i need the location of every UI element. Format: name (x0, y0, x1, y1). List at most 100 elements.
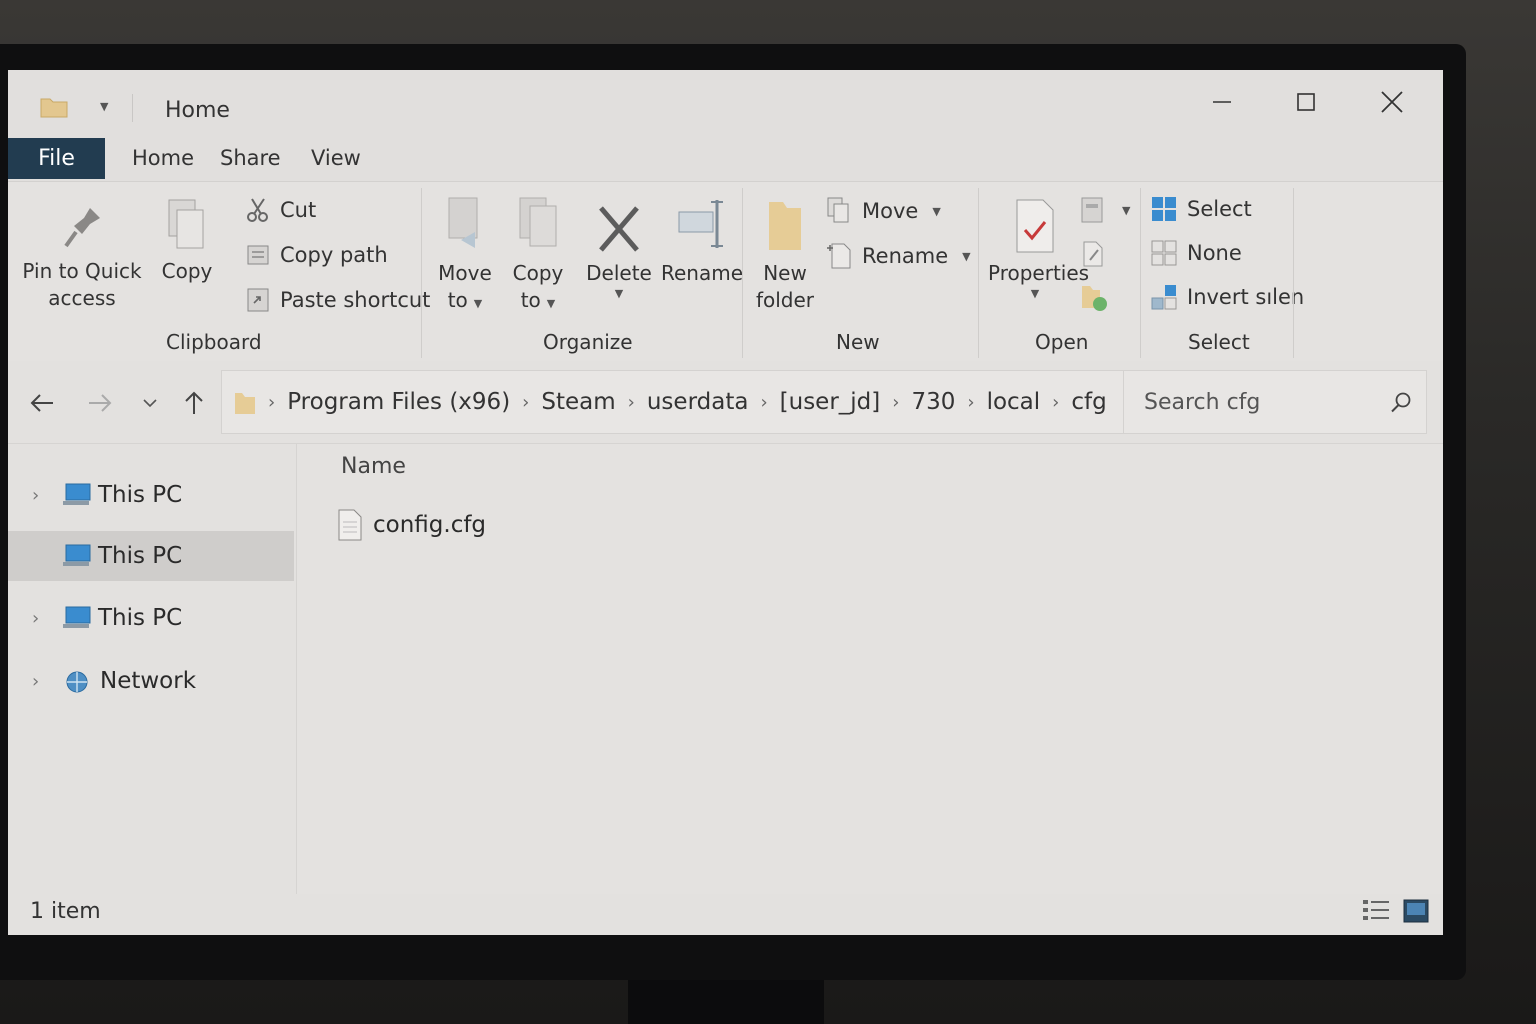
tab-share[interactable]: Share (220, 146, 281, 170)
tab-file[interactable]: File (8, 138, 105, 179)
open-dropdown-button[interactable]: ▼ (1080, 196, 1130, 224)
expand-chevron-icon[interactable]: › (32, 608, 39, 629)
edit-button[interactable] (1080, 240, 1116, 268)
cut-button[interactable]: Cut (246, 197, 316, 223)
scissors-icon (247, 198, 268, 222)
close-button[interactable] (1362, 82, 1422, 122)
file-item[interactable]: config.cfg (337, 504, 486, 546)
minimize-button[interactable] (1192, 82, 1252, 122)
group-label-select: Select (1188, 330, 1250, 354)
copy-button[interactable]: Copy (156, 198, 218, 285)
new-item-icon (827, 243, 851, 269)
breadcrumb-chevron-icon[interactable]: › (760, 392, 767, 413)
sidebar-item-label: This PC (98, 482, 183, 508)
title-bar: ▼ Home (8, 70, 1443, 136)
details-view-icon[interactable] (1361, 897, 1391, 925)
new-folder-label-line1: New (763, 261, 807, 285)
rename-label: Rename (661, 261, 744, 285)
file-explorer-window: ▼ Home File Home Share View Pin to Quick… (8, 70, 1443, 935)
navigation-bar: › Program Files (x96) › Steam › userdata… (8, 361, 1443, 444)
arrow-up-icon (185, 391, 203, 414)
address-bar[interactable]: › Program Files (x96) › Steam › userdata… (221, 370, 1124, 434)
breadcrumb-chevron-icon[interactable]: › (967, 392, 974, 413)
network-icon (66, 671, 88, 693)
invert-selection-icon (1151, 285, 1177, 310)
move-to-label-line2: to ▼ (447, 288, 483, 312)
copy-to-label-line2: to ▼ (520, 288, 556, 312)
close-icon (1381, 91, 1403, 113)
properties-button[interactable]: Properties ▼ (988, 198, 1089, 301)
breadcrumb-item[interactable]: local (987, 389, 1041, 415)
sidebar-item-this-pc-selected[interactable]: This PC (8, 531, 294, 581)
copy-icon (168, 199, 204, 249)
new-folder-button[interactable]: New folder (753, 198, 817, 314)
move-to-icon (448, 197, 478, 248)
expand-chevron-icon[interactable]: › (32, 485, 39, 506)
select-none-button[interactable]: None (1151, 240, 1242, 266)
tab-home[interactable]: Home (132, 146, 194, 170)
sidebar-item-this-pc[interactable]: › This PC (8, 470, 294, 520)
sidebar-item-label: This PC (98, 605, 183, 631)
ribbon: Pin to Quick access Copy Cut Copy path P… (8, 181, 1443, 362)
move-label: Move (862, 199, 919, 223)
copy-path-button[interactable]: Copy path (246, 243, 388, 267)
group-label-new: New (836, 330, 880, 354)
maximize-button[interactable] (1276, 82, 1336, 122)
move-icon (827, 197, 849, 223)
select-all-button[interactable]: Select (1151, 196, 1252, 222)
pin-label-line2: access (48, 286, 116, 310)
breadcrumb-item[interactable]: userdata (647, 389, 749, 415)
history-button[interactable] (1080, 282, 1118, 312)
column-header-name[interactable]: Name (341, 454, 406, 479)
copy-to-button[interactable]: Copy to ▼ (505, 196, 571, 317)
history-icon (1082, 286, 1107, 311)
quick-access-dropdown-icon[interactable]: ▼ (100, 100, 108, 113)
breadcrumb-chevron-icon: › (268, 391, 276, 413)
invert-selection-button[interactable]: Invert sılen (1151, 284, 1304, 310)
group-label-clipboard: Clipboard (166, 330, 262, 354)
pin-to-quick-access-button[interactable]: Pin to Quick access (22, 204, 142, 312)
sidebar-item-network[interactable]: › Network (8, 656, 294, 706)
chevron-down-icon: ▼ (546, 297, 556, 310)
new-rename-label: Rename (862, 244, 949, 268)
folder-icon[interactable] (40, 96, 68, 118)
new-folder-icon (769, 202, 801, 250)
rename-button[interactable]: Rename (661, 196, 744, 287)
breadcrumb-item[interactable]: [user_jd] (780, 389, 881, 415)
copy-to-icon (519, 197, 557, 247)
delete-button[interactable]: Delete ▼ (586, 204, 652, 301)
breadcrumb-chevron-icon[interactable]: › (628, 392, 635, 413)
computer-icon (63, 606, 91, 628)
breadcrumb-chevron-icon[interactable]: › (1052, 392, 1059, 413)
breadcrumb-item[interactable]: cfg (1071, 389, 1106, 415)
move-to-button[interactable]: Move to ▼ (432, 196, 498, 317)
tab-view[interactable]: View (311, 146, 361, 170)
breadcrumb-item[interactable]: Program Files (x96) (287, 389, 510, 415)
invert-selection-label: Invert sılen (1187, 285, 1305, 309)
new-folder-label-line2: folder (755, 288, 815, 312)
forward-button[interactable] (80, 383, 120, 423)
select-none-icon (1151, 240, 1177, 266)
breadcrumb-item[interactable]: Steam (541, 389, 615, 415)
file-icon (338, 509, 362, 541)
large-icons-view-icon[interactable] (1403, 897, 1429, 925)
search-input[interactable]: Search cfg (1123, 370, 1427, 434)
up-button[interactable] (174, 383, 214, 423)
sidebar-item-this-pc[interactable]: › This PC (8, 593, 294, 643)
paste-shortcut-button[interactable]: Paste shortcut (246, 287, 430, 313)
new-item-move-button[interactable]: Move ▼ (826, 196, 941, 226)
cut-label: Cut (280, 198, 317, 222)
breadcrumb-chevron-icon[interactable]: › (522, 392, 529, 413)
chevron-down-icon (143, 399, 157, 408)
properties-icon (1016, 199, 1054, 253)
breadcrumb-chevron-icon[interactable]: › (892, 392, 899, 413)
group-label-open: Open (1035, 330, 1089, 354)
breadcrumb-item[interactable]: 730 (911, 389, 955, 415)
recent-locations-button[interactable] (130, 383, 170, 423)
chevron-down-icon: ▼ (614, 287, 624, 300)
back-button[interactable] (22, 383, 62, 423)
open-with-icon (1081, 197, 1103, 223)
group-label-organize: Organize (543, 330, 633, 354)
expand-chevron-icon[interactable]: › (32, 671, 39, 692)
new-item-rename-button[interactable]: Rename ▼ (826, 242, 971, 270)
